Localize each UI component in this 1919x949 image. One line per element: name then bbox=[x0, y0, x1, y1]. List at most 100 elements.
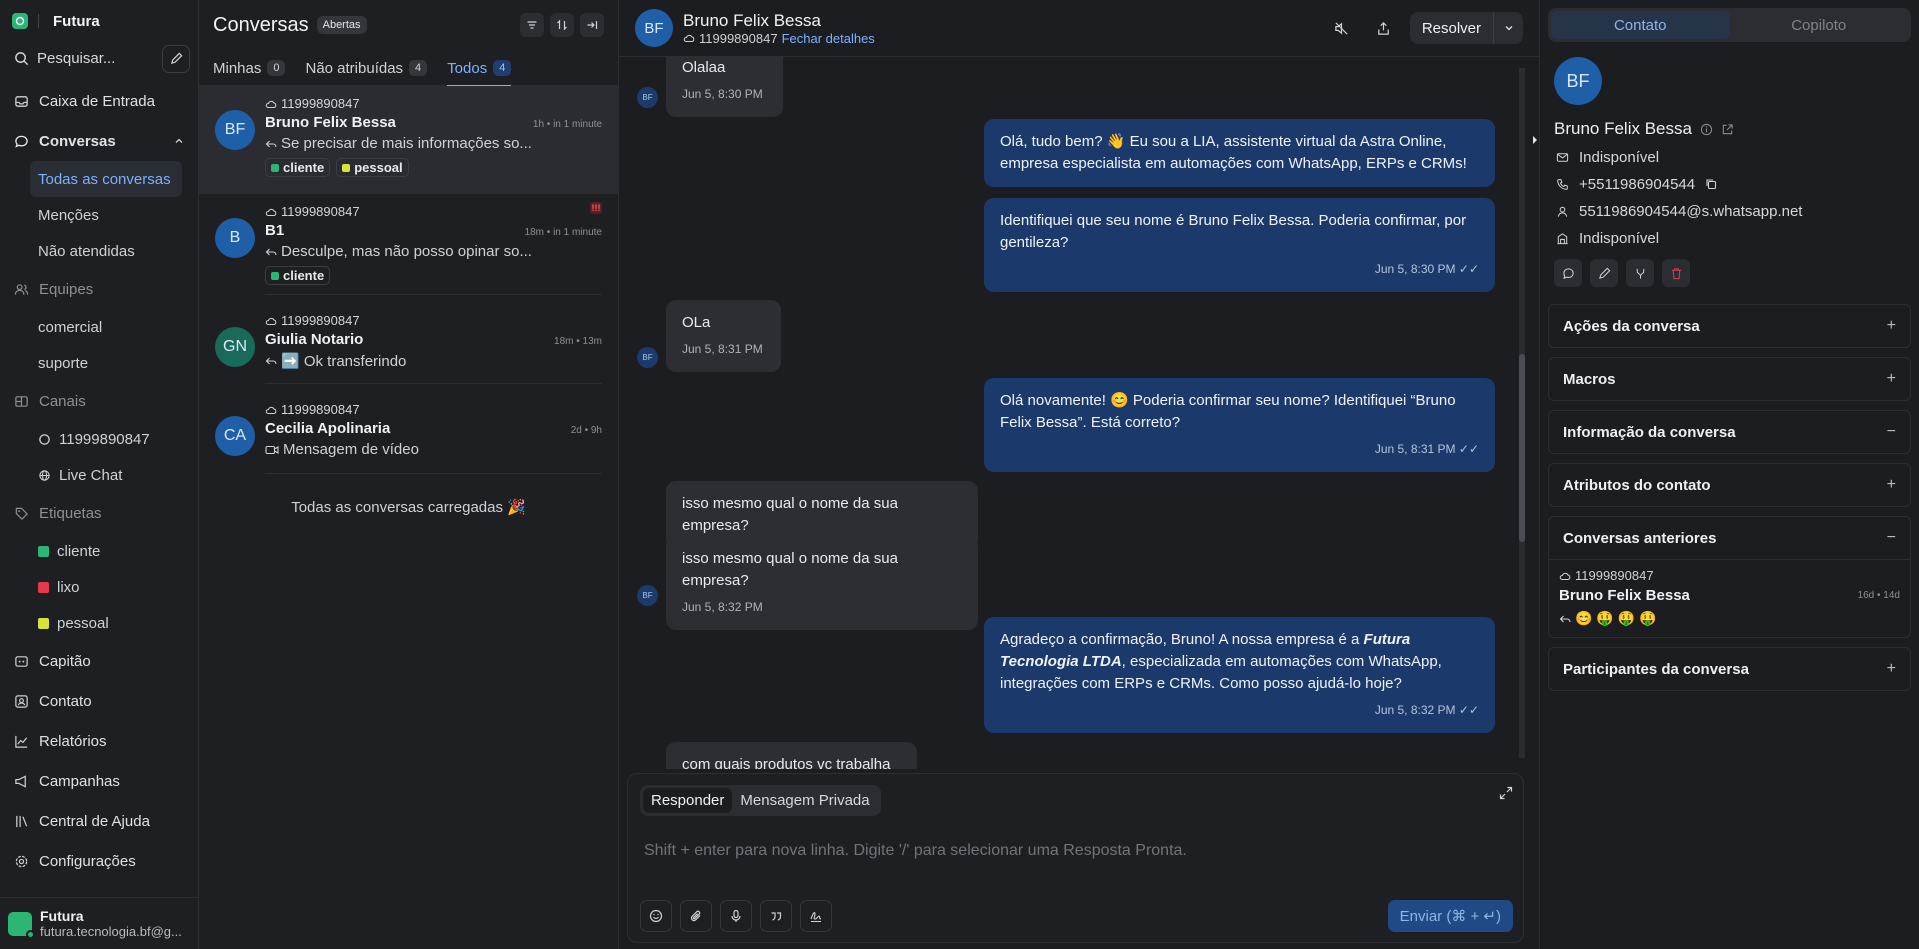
info-icon[interactable] bbox=[1700, 123, 1713, 136]
sender-avatar: BF bbox=[637, 87, 658, 108]
filter-button[interactable] bbox=[520, 13, 544, 37]
nav-conversations[interactable]: Conversas bbox=[0, 121, 198, 161]
quote-button[interactable] bbox=[760, 900, 792, 932]
nav-teams-label: Equipes bbox=[39, 280, 94, 298]
merge-contact-button[interactable] bbox=[1626, 259, 1654, 287]
plus-icon: + bbox=[1886, 317, 1896, 334]
nav-channel-livechat[interactable]: Live Chat bbox=[30, 457, 182, 493]
cloud-icon bbox=[683, 33, 695, 43]
nav-labels-label: Etiquetas bbox=[39, 504, 102, 522]
copy-icon[interactable] bbox=[1705, 178, 1717, 190]
send-button[interactable]: Enviar (⌘ + ↵) bbox=[1387, 900, 1513, 932]
tab-label: Todos bbox=[447, 59, 488, 77]
message-circle-icon bbox=[1562, 267, 1575, 280]
chevron-up-icon[interactable] bbox=[174, 136, 184, 146]
nav-labels[interactable]: Etiquetas bbox=[0, 493, 198, 533]
attach-button[interactable] bbox=[680, 900, 712, 932]
mute-button[interactable] bbox=[1326, 12, 1358, 44]
compose-button[interactable] bbox=[162, 44, 190, 73]
collapse-list-button[interactable] bbox=[580, 13, 604, 37]
scrollbar-thumb[interactable] bbox=[1519, 354, 1525, 542]
nav-all-conversations[interactable]: Todas as conversas bbox=[30, 161, 182, 197]
nav-settings[interactable]: Configurações bbox=[0, 841, 198, 881]
last-message: ➡️ Ok transferindo bbox=[281, 353, 407, 370]
new-message-button[interactable] bbox=[1554, 259, 1582, 287]
smile-icon bbox=[649, 909, 663, 923]
resolve-button[interactable]: Resolver bbox=[1409, 12, 1523, 44]
reply-tab[interactable]: Responder bbox=[643, 788, 733, 813]
account-email: futura.tecnologia.bf@g... bbox=[40, 924, 182, 939]
account-menu[interactable]: Futura futura.tecnologia.bf@g... bbox=[0, 897, 198, 949]
nav-contacts[interactable]: Contato bbox=[0, 681, 198, 721]
previous-message: 😊 🤑 🤑 🤑 bbox=[1575, 610, 1657, 626]
nav-team-suporte[interactable]: suporte bbox=[30, 345, 182, 381]
external-link-icon[interactable] bbox=[1721, 123, 1734, 136]
tab-all[interactable]: Todos 4 bbox=[447, 50, 512, 87]
nav-reports[interactable]: Relatórios bbox=[0, 721, 198, 761]
edit-contact-button[interactable] bbox=[1590, 259, 1618, 287]
nav-inbox[interactable]: Caixa de Entrada bbox=[0, 81, 198, 121]
export-button[interactable] bbox=[1368, 12, 1400, 44]
section-previous-conversations[interactable]: Conversas anteriores − bbox=[1548, 516, 1911, 560]
tag-icon bbox=[14, 506, 29, 521]
nav-label: Configurações bbox=[39, 852, 136, 870]
nav-help-center[interactable]: Central de Ajuda bbox=[0, 801, 198, 841]
nav-channel-whatsapp[interactable]: 11999890847 bbox=[30, 421, 182, 457]
tab-unassigned[interactable]: Não atribuídas 4 bbox=[305, 50, 428, 86]
section-macros[interactable]: Macros + bbox=[1548, 357, 1911, 401]
tab-copilot[interactable]: Copiloto bbox=[1730, 11, 1909, 39]
status-filter-badge[interactable]: Abertas bbox=[316, 16, 367, 34]
nav-team-comercial[interactable]: comercial bbox=[30, 309, 182, 345]
pencil-icon bbox=[170, 52, 183, 65]
private-note-tab[interactable]: Mensagem Privada bbox=[732, 788, 877, 813]
section-participants[interactable]: Participantes da conversa + bbox=[1548, 647, 1911, 691]
contact-panel: Contato Copiloto BF Bruno Felix Bessa In… bbox=[1539, 0, 1919, 949]
section-conversation-actions[interactable]: Ações da conversa + bbox=[1548, 304, 1911, 348]
expand-icon[interactable] bbox=[1499, 786, 1513, 800]
tab-mine[interactable]: Minhas 0 bbox=[213, 50, 286, 86]
nav-unattended[interactable]: Não atendidas bbox=[30, 233, 182, 269]
conversation-item[interactable]: CA 11999890847 Cecilia Apolinaria 2d • 9… bbox=[199, 392, 618, 482]
conversation-item[interactable]: GN 11999890847 Giulia Notario 18m • 13m … bbox=[199, 303, 618, 392]
contact-identifier: 5511986904544@s.whatsapp.net bbox=[1556, 202, 1911, 220]
message-input[interactable]: Shift + enter para nova linha. Digite '/… bbox=[644, 842, 1187, 860]
message-time: Jun 5, 8:32 PM bbox=[682, 600, 763, 614]
section-contact-attributes[interactable]: Atributos do contato + bbox=[1548, 463, 1911, 507]
last-message: Desculpe, mas não posso opinar so... bbox=[281, 243, 532, 260]
contact-email: Indisponível bbox=[1556, 148, 1911, 166]
emoji-button[interactable] bbox=[640, 900, 672, 932]
previous-conversation-item[interactable]: 11999890847 Bruno Felix Bessa 16d • 14d 😊… bbox=[1548, 558, 1911, 638]
message-text: Identifiquei que seu nome é Bruno Felix … bbox=[1000, 212, 1467, 251]
conversation-item[interactable]: !!! B 11999890847 B1 18m • in 1 minute D… bbox=[199, 194, 618, 303]
conversation-channel: 11999890847 bbox=[281, 204, 360, 219]
message-scrollbar[interactable] bbox=[1517, 58, 1527, 768]
conversation-time: 2d • 9h bbox=[570, 425, 602, 436]
sort-button[interactable] bbox=[550, 13, 574, 37]
pencil-icon bbox=[1598, 267, 1611, 280]
brand: Futura bbox=[0, 0, 198, 42]
delete-contact-button[interactable] bbox=[1662, 259, 1690, 287]
inbox-icon bbox=[14, 94, 29, 109]
message-text: Olá, tudo bem? 👋 Eu sou a LIA, assistent… bbox=[1000, 133, 1467, 172]
tab-contact[interactable]: Contato bbox=[1551, 11, 1730, 39]
message-incoming: OLa Jun 5, 8:31 PM bbox=[666, 300, 781, 372]
mail-icon bbox=[1556, 151, 1569, 164]
record-audio-button[interactable] bbox=[720, 900, 752, 932]
search-button[interactable]: Pesquisar... bbox=[8, 44, 156, 73]
signature-icon bbox=[809, 909, 823, 923]
close-details-link[interactable]: Fechar detalhes bbox=[782, 31, 875, 46]
nav-campaigns[interactable]: Campanhas bbox=[0, 761, 198, 801]
signature-button[interactable] bbox=[800, 900, 832, 932]
contact-phone-value: +5511986904544 bbox=[1579, 175, 1696, 193]
conversation-item[interactable]: BF 11999890847 Bruno Felix Bessa 1h • in… bbox=[199, 86, 618, 194]
nav-label-pessoal[interactable]: pessoal bbox=[30, 605, 182, 641]
expand-panel-arrow-icon[interactable] bbox=[1531, 133, 1539, 147]
nav-channels[interactable]: Canais bbox=[0, 381, 198, 421]
nav-mentions[interactable]: Menções bbox=[30, 197, 182, 233]
nav-teams[interactable]: Equipes bbox=[0, 269, 198, 309]
section-conversation-info[interactable]: Informação da conversa − bbox=[1548, 410, 1911, 454]
nav-captain[interactable]: Capitão bbox=[0, 641, 198, 681]
nav-label-cliente[interactable]: cliente bbox=[30, 533, 182, 569]
chevron-down-icon[interactable] bbox=[1493, 12, 1523, 44]
nav-label-lixo[interactable]: lixo bbox=[30, 569, 182, 605]
